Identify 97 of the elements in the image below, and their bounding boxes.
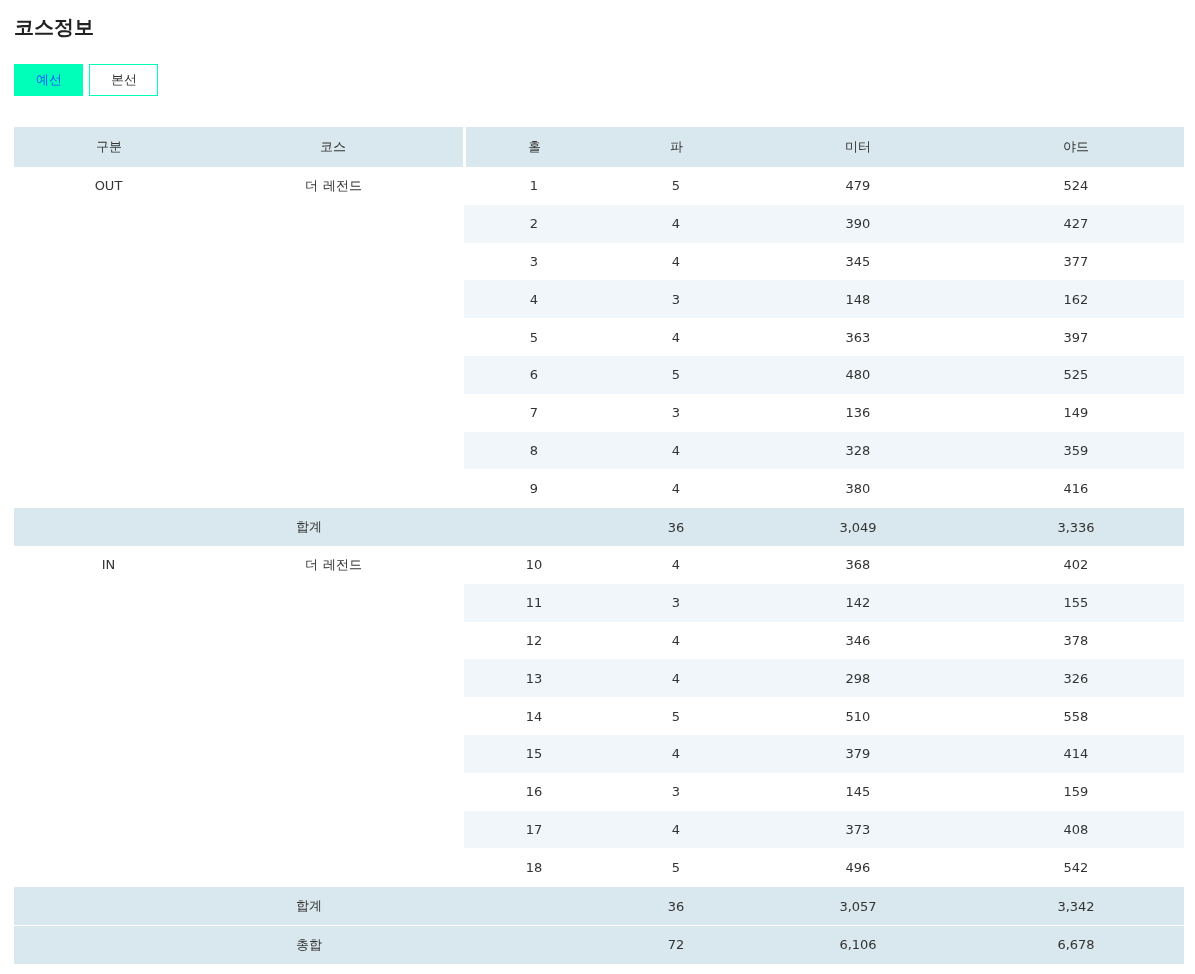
- table-cell: 148: [748, 280, 968, 319]
- table-cell: 4: [604, 659, 748, 698]
- table-cell: 4: [604, 318, 748, 356]
- table-cell: 414: [968, 734, 1184, 773]
- tab[interactable]: 본선: [89, 64, 158, 96]
- table-cell: 4: [604, 242, 748, 281]
- table-cell: 4: [604, 431, 748, 470]
- table-cell: 3: [604, 583, 748, 622]
- table-cell: 377: [968, 242, 1184, 281]
- table-cell: 3: [604, 393, 748, 432]
- table-cell: 149: [968, 393, 1184, 432]
- table-cell: 12: [464, 621, 604, 660]
- table-cell: 17: [464, 810, 604, 849]
- table-cell: 368: [748, 545, 968, 584]
- table-cell: IN: [14, 545, 203, 887]
- table-cell: 1: [464, 167, 604, 205]
- column-header: 파: [604, 127, 748, 167]
- table-cell: 합계: [14, 507, 604, 546]
- table-cell: 345: [748, 242, 968, 281]
- table-cell: 162: [968, 280, 1184, 319]
- table-cell: 5: [604, 697, 748, 735]
- table-cell: 8: [464, 431, 604, 470]
- table-cell: 510: [748, 697, 968, 735]
- table-cell: 363: [748, 318, 968, 356]
- table-cell: 11: [464, 583, 604, 622]
- table-cell: 6,678: [968, 925, 1184, 964]
- table-cell: 4: [604, 621, 748, 660]
- table-cell: 379: [748, 734, 968, 773]
- table-cell: 5: [604, 848, 748, 887]
- table-cell: 10: [464, 545, 604, 584]
- table-cell: 479: [748, 167, 968, 205]
- table-cell: 416: [968, 469, 1184, 508]
- column-header: 미터: [748, 127, 968, 167]
- table-cell: 427: [968, 204, 1184, 243]
- table-cell: 328: [748, 431, 968, 470]
- table-cell: 4: [604, 545, 748, 584]
- table-cell: 136: [748, 393, 968, 432]
- table-cell: 145: [748, 772, 968, 811]
- tab[interactable]: 예선: [14, 64, 83, 96]
- table-cell: 13: [464, 659, 604, 698]
- table-cell: 18: [464, 848, 604, 887]
- column-header: 야드: [968, 127, 1184, 167]
- column-header: 홀: [464, 127, 604, 167]
- table-cell: 총합: [14, 925, 604, 964]
- table-cell: 378: [968, 621, 1184, 660]
- table-cell: 9: [464, 469, 604, 508]
- table-cell: 72: [604, 925, 748, 964]
- table-cell: 4: [604, 469, 748, 508]
- column-header: 코스: [203, 127, 464, 167]
- table-cell: 346: [748, 621, 968, 660]
- table-cell: 5: [604, 167, 748, 205]
- table-cell: 480: [748, 356, 968, 394]
- table-cell: 36: [604, 886, 748, 926]
- table-cell: 3,336: [968, 507, 1184, 546]
- table-cell: 3,342: [968, 886, 1184, 926]
- table-cell: 3,057: [748, 886, 968, 926]
- table-cell: 408: [968, 810, 1184, 849]
- table-cell: 525: [968, 356, 1184, 394]
- table-cell: 373: [748, 810, 968, 849]
- table-cell: 15: [464, 734, 604, 773]
- table-cell: 5: [464, 318, 604, 356]
- table-cell: 4: [464, 280, 604, 319]
- table-cell: 155: [968, 583, 1184, 622]
- table-cell: 542: [968, 848, 1184, 887]
- table-cell: 380: [748, 469, 968, 508]
- table-cell: 402: [968, 545, 1184, 584]
- table-cell: 326: [968, 659, 1184, 698]
- table-cell: 6: [464, 356, 604, 394]
- table-cell: 397: [968, 318, 1184, 356]
- table-cell: 558: [968, 697, 1184, 735]
- table-cell: 4: [604, 734, 748, 773]
- table-cell: 524: [968, 167, 1184, 205]
- table-cell: 496: [748, 848, 968, 887]
- table-cell: 36: [604, 507, 748, 546]
- table-cell: 2: [464, 204, 604, 243]
- table-cell: 6,106: [748, 925, 968, 964]
- table-cell: 7: [464, 393, 604, 432]
- table-cell: 159: [968, 772, 1184, 811]
- table-cell: 4: [604, 204, 748, 243]
- column-header: 구분: [14, 127, 203, 167]
- table-cell: 5: [604, 356, 748, 394]
- table-cell: 14: [464, 697, 604, 735]
- table-cell: 3,049: [748, 507, 968, 546]
- table-cell: 합계: [14, 886, 604, 926]
- table-cell: 3: [464, 242, 604, 281]
- table-cell: 더 레전드: [203, 167, 464, 508]
- table-cell: 더 레전드: [203, 545, 464, 887]
- table-cell: 4: [604, 810, 748, 849]
- table-cell: 298: [748, 659, 968, 698]
- table-cell: OUT: [14, 167, 203, 508]
- page-title: 코스정보: [14, 14, 95, 40]
- table-cell: 142: [748, 583, 968, 622]
- table-cell: 390: [748, 204, 968, 243]
- table-cell: 3: [604, 280, 748, 319]
- table-cell: 3: [604, 772, 748, 811]
- table-cell: 16: [464, 772, 604, 811]
- table-cell: 359: [968, 431, 1184, 470]
